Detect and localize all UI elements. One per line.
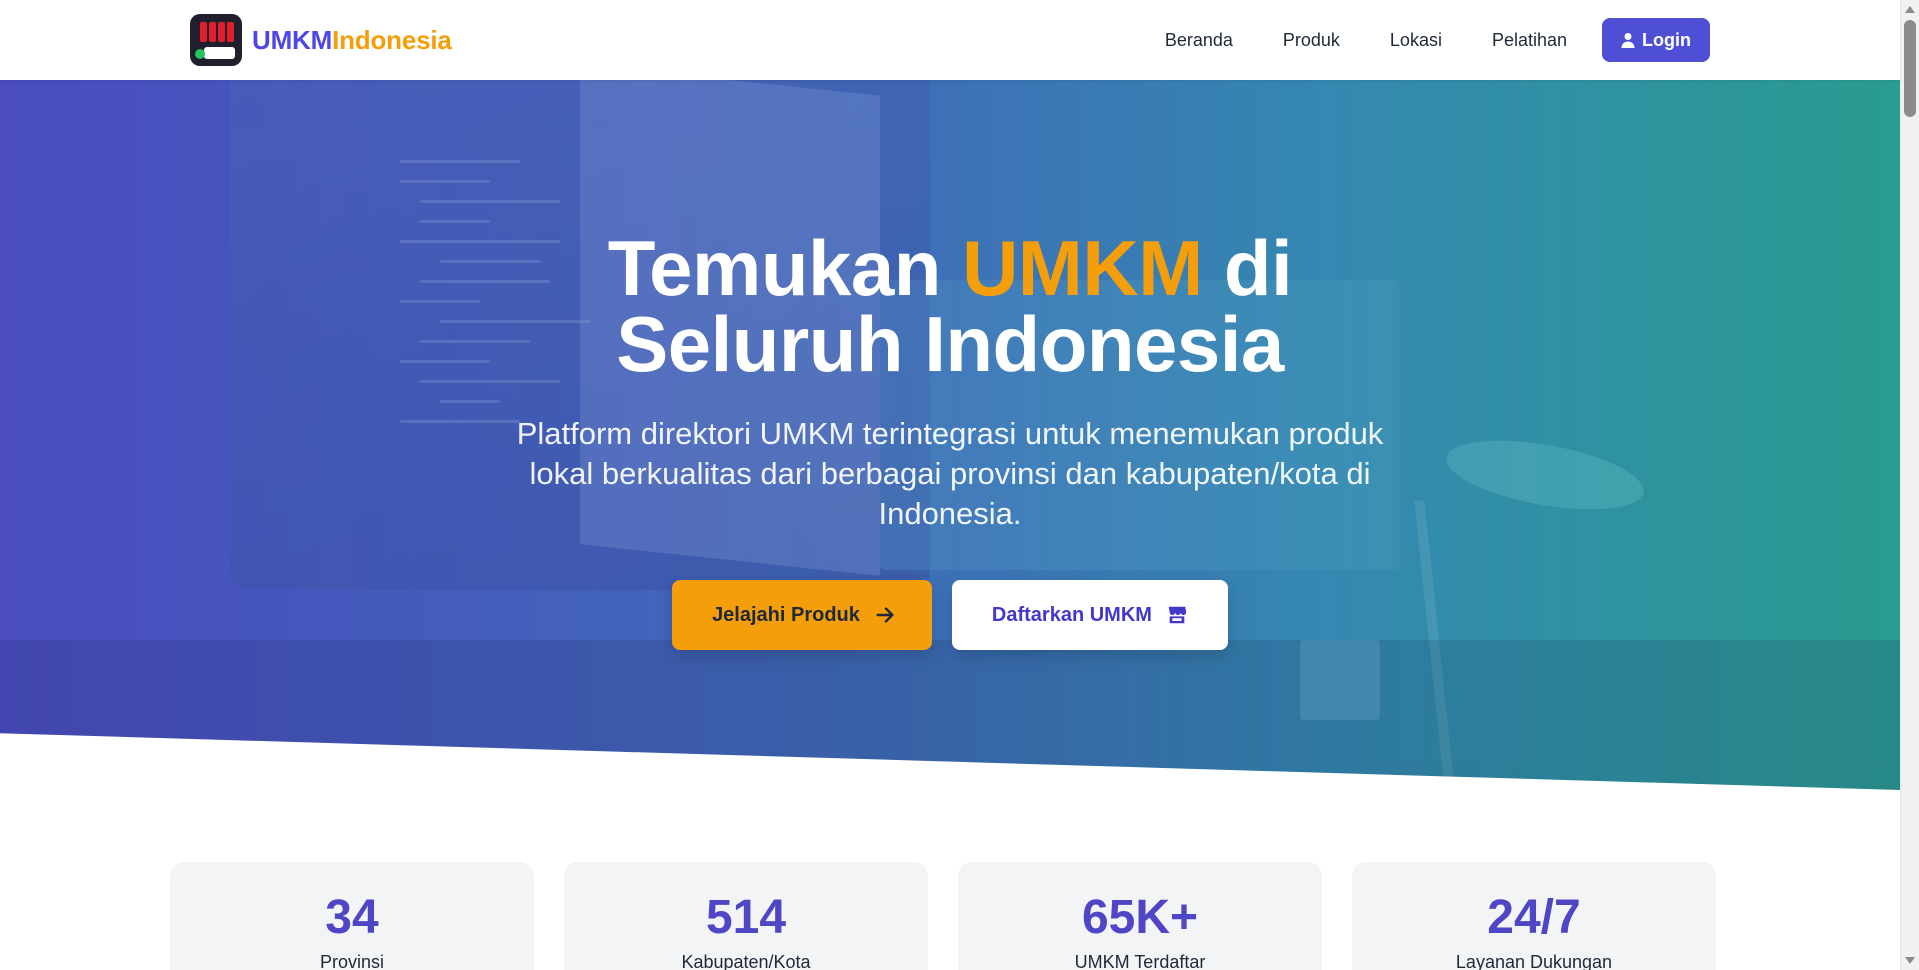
brand-name-part2: Indonesia — [332, 24, 452, 55]
login-label: Login — [1642, 29, 1691, 50]
page: UMKMIndonesia Beranda Produk Lokasi Pela… — [0, 0, 1900, 970]
hero-title-part2: di — [1202, 224, 1293, 312]
stat-value: 34 — [325, 891, 379, 944]
hero-subtitle: Platform direktori UMKM terintegrasi unt… — [516, 416, 1384, 531]
user-icon — [1621, 33, 1635, 48]
scrollbar-thumb[interactable] — [1904, 20, 1916, 117]
hero-title-line2: Seluruh Indonesia — [616, 300, 1284, 388]
register-umkm-button[interactable]: Daftarkan UMKM — [951, 580, 1228, 650]
main-nav: Beranda Produk Lokasi Pelatihan Login — [1165, 18, 1710, 62]
store-icon — [1168, 606, 1187, 624]
brand-name: UMKMIndonesia — [252, 25, 452, 56]
explore-products-button[interactable]: Jelajahi Produk — [672, 580, 932, 650]
hero-content: Temukan UMKM di Seluruh Indonesia Platfo… — [0, 80, 1900, 790]
hero-title-part1: Temukan — [607, 224, 963, 312]
stat-label: Layanan Dukungan — [1455, 952, 1613, 970]
page-scrollbar[interactable] — [1900, 0, 1919, 970]
brand-link[interactable]: UMKMIndonesia — [190, 14, 452, 66]
scroll-down-icon[interactable] — [1905, 957, 1915, 964]
stat-value: 514 — [705, 891, 787, 944]
register-umkm-label: Daftarkan UMKM — [991, 603, 1152, 626]
stat-value: 65K+ — [1081, 891, 1199, 944]
hero-title-accent: UMKM — [962, 224, 1203, 312]
nav-link-lokasi[interactable]: Lokasi — [1390, 30, 1442, 51]
stat-label: UMKM Terdaftar — [1074, 952, 1206, 970]
arrow-right-icon — [876, 607, 894, 623]
nav-link-pelatihan[interactable]: Pelatihan — [1492, 30, 1567, 51]
login-button[interactable]: Login — [1602, 18, 1710, 62]
scroll-up-icon[interactable] — [1905, 6, 1915, 13]
explore-products-label: Jelajahi Produk — [712, 603, 860, 626]
nav-link-produk[interactable]: Produk — [1283, 30, 1340, 51]
nav-link-beranda[interactable]: Beranda — [1165, 30, 1233, 51]
hero-actions: Jelajahi Produk Daftarkan UMKM — [0, 580, 1900, 650]
brand-name-part1: UMKM — [252, 24, 333, 55]
navbar: UMKMIndonesia Beranda Produk Lokasi Pela… — [0, 0, 1900, 80]
stat-card-regencies: 514 Kabupaten/Kota — [564, 862, 928, 970]
stat-card-registered-umkm: 65K+ UMKM Terdaftar — [958, 862, 1322, 970]
hero-title: Temukan UMKM di Seluruh Indonesia — [0, 229, 1900, 383]
store-logo-icon — [190, 14, 242, 66]
hero-section: Temukan UMKM di Seluruh Indonesia Platfo… — [0, 80, 1900, 790]
stats-section: 34 Provinsi 514 Kabupaten/Kota 65K+ UMKM… — [170, 862, 1716, 970]
stat-label: Kabupaten/Kota — [681, 952, 811, 970]
stat-card-provinces: 34 Provinsi — [170, 862, 534, 970]
stat-card-support: 24/7 Layanan Dukungan — [1352, 862, 1716, 970]
stat-value: 24/7 — [1487, 891, 1581, 944]
stat-label: Provinsi — [319, 952, 385, 970]
